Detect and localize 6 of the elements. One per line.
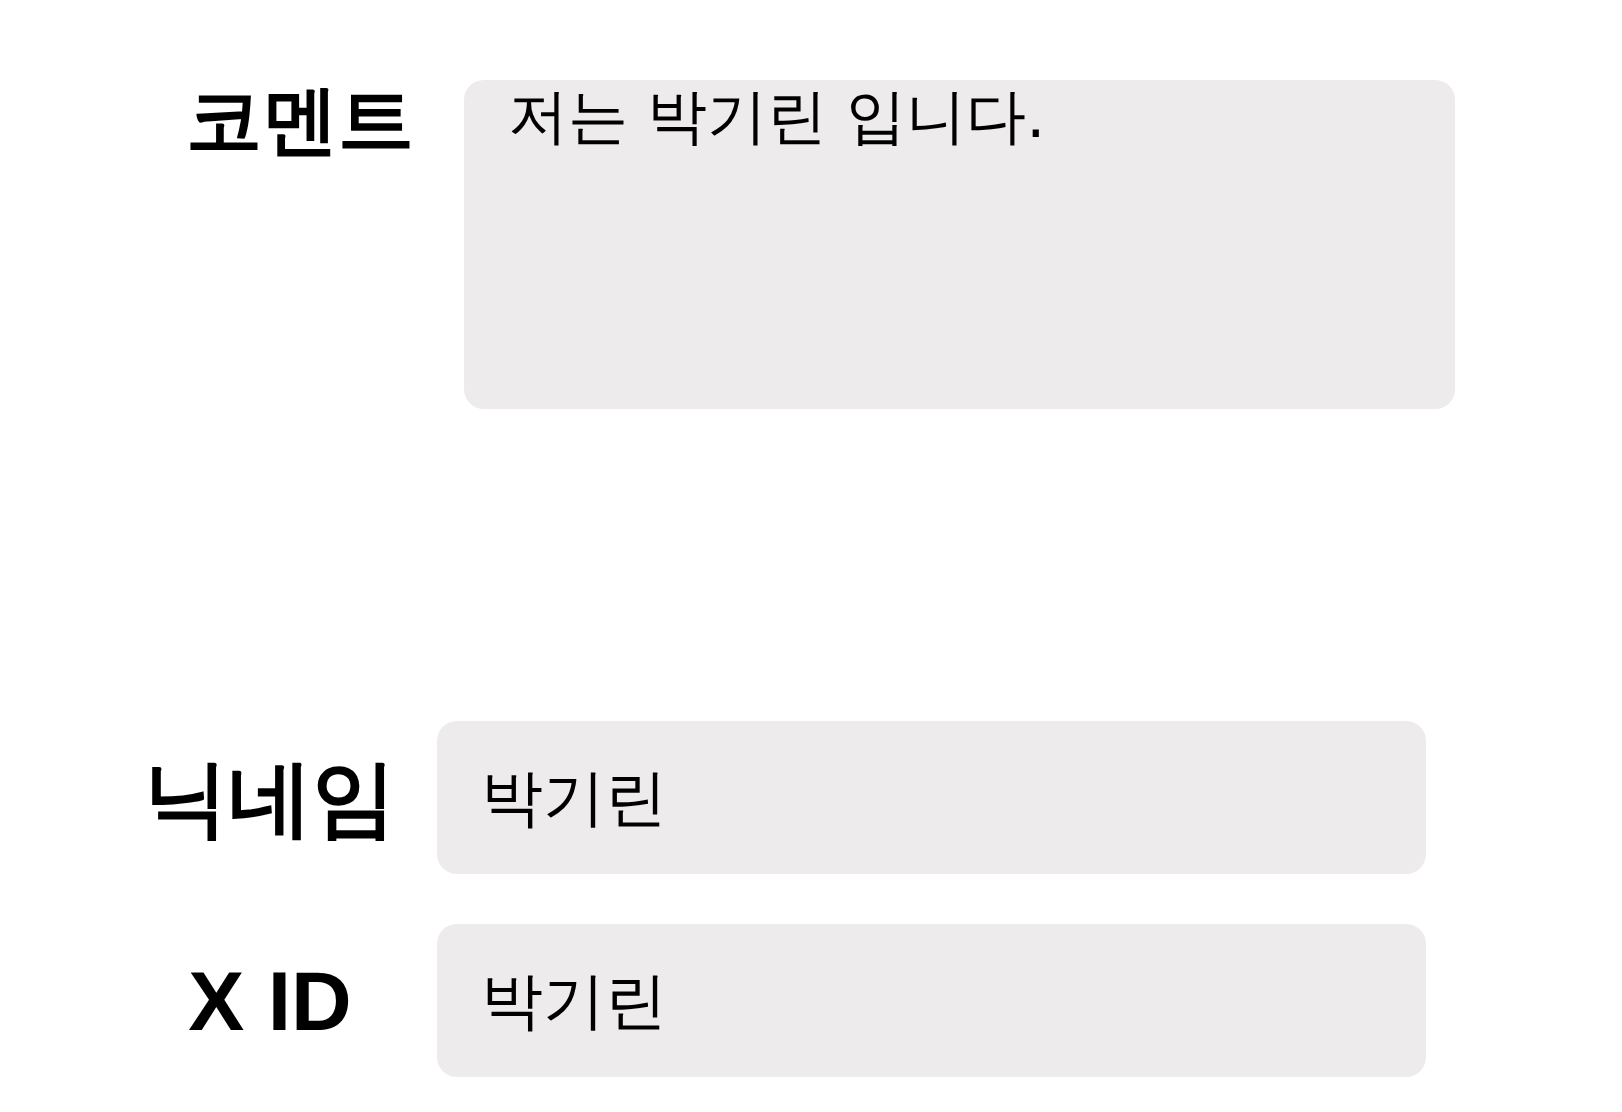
field-label: 닉네임 (143, 755, 397, 840)
input-field[interactable]: 박기린 (437, 721, 1426, 874)
input-field[interactable]: 박기린 (437, 924, 1426, 1077)
field-label: 코멘트 (185, 82, 415, 158)
field-label: X ID (187, 958, 353, 1043)
comment-field[interactable]: 저는 박기린 입니다. (464, 80, 1455, 409)
